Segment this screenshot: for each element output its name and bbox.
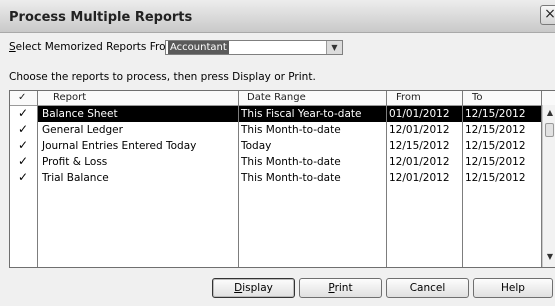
date-range: This Month-to-date <box>241 124 341 136</box>
check-icon[interactable]: ✓ <box>18 106 28 120</box>
table-row[interactable]: ✓ Journal Entries Entered Today Today 12… <box>10 138 542 154</box>
date-range: This Month-to-date <box>241 156 341 168</box>
process-multiple-reports-window: Process Multiple Reports × Select Memori… <box>0 0 555 306</box>
date-range: This Fiscal Year-to-date <box>239 106 386 122</box>
header-check: ✓ <box>18 92 27 103</box>
to-date: 12/15/2012 <box>465 140 526 152</box>
check-icon[interactable]: ✓ <box>18 122 28 136</box>
select-memorized-label: Select Memorized Reports From <box>9 41 176 53</box>
table-row[interactable]: ✓ Balance Sheet This Fiscal Year-to-date… <box>10 106 542 122</box>
report-name: Balance Sheet <box>38 106 238 122</box>
reports-table: ✓ Report Date Range From To ✓ Balance Sh… <box>9 90 555 268</box>
memorized-reports-dropdown[interactable]: Accountant ▼ <box>165 40 343 55</box>
from-date: 12/15/2012 <box>389 140 450 152</box>
check-icon[interactable]: ✓ <box>18 154 28 168</box>
header-date-range[interactable]: Date Range <box>247 92 306 103</box>
report-name: Profit & Loss <box>42 156 108 168</box>
to-date: 12/15/2012 <box>465 172 526 184</box>
header-from[interactable]: From <box>396 92 421 103</box>
from-date: 12/01/2012 <box>389 156 450 168</box>
date-range: Today <box>241 140 272 152</box>
chevron-down-icon[interactable]: ▼ <box>326 41 342 54</box>
to-date: 12/15/2012 <box>465 156 526 168</box>
window-title: Process Multiple Reports <box>9 10 193 25</box>
report-name: Trial Balance <box>42 172 109 184</box>
to-date: 12/15/2012 <box>465 124 526 136</box>
print-button[interactable]: Print <box>299 278 382 298</box>
date-range: This Month-to-date <box>241 172 341 184</box>
instructions-text: Choose the reports to process, then pres… <box>9 71 316 83</box>
vertical-scrollbar[interactable]: ▲ ▼ <box>542 105 555 267</box>
check-icon[interactable]: ✓ <box>18 138 28 152</box>
print-label: rint <box>334 282 353 294</box>
check-icon[interactable]: ✓ <box>18 170 28 184</box>
from-date: 12/01/2012 <box>389 124 450 136</box>
display-button[interactable]: Display <box>212 278 295 298</box>
table-row[interactable]: ✓ General Ledger This Month-to-date 12/0… <box>10 122 542 138</box>
table-header: ✓ Report Date Range From To <box>10 91 555 106</box>
scrollbar-thumb[interactable] <box>545 123 554 137</box>
header-to[interactable]: To <box>472 92 483 103</box>
display-label: isplay <box>242 282 273 294</box>
from-date: 12/01/2012 <box>389 172 450 184</box>
header-report[interactable]: Report <box>53 92 86 103</box>
select-label-text: elect Memorized Reports From <box>15 41 176 53</box>
table-row[interactable]: ✓ Profit & Loss This Month-to-date 12/01… <box>10 154 542 170</box>
help-button[interactable]: Help <box>473 278 553 298</box>
table-row[interactable]: ✓ Trial Balance This Month-to-date 12/01… <box>10 170 542 186</box>
report-name: General Ledger <box>42 124 123 136</box>
select-label-accel: S <box>9 41 16 53</box>
to-date: 12/15/2012 <box>463 106 541 122</box>
cancel-button[interactable]: Cancel <box>386 278 469 298</box>
close-button[interactable]: × <box>540 5 555 25</box>
report-name: Journal Entries Entered Today <box>42 140 197 152</box>
from-date: 01/01/2012 <box>387 106 462 122</box>
scroll-down-icon[interactable]: ▼ <box>544 251 555 263</box>
dropdown-value: Accountant <box>168 41 229 54</box>
title-bar[interactable]: Process Multiple Reports × <box>0 0 555 33</box>
scroll-up-icon[interactable]: ▲ <box>544 107 555 119</box>
